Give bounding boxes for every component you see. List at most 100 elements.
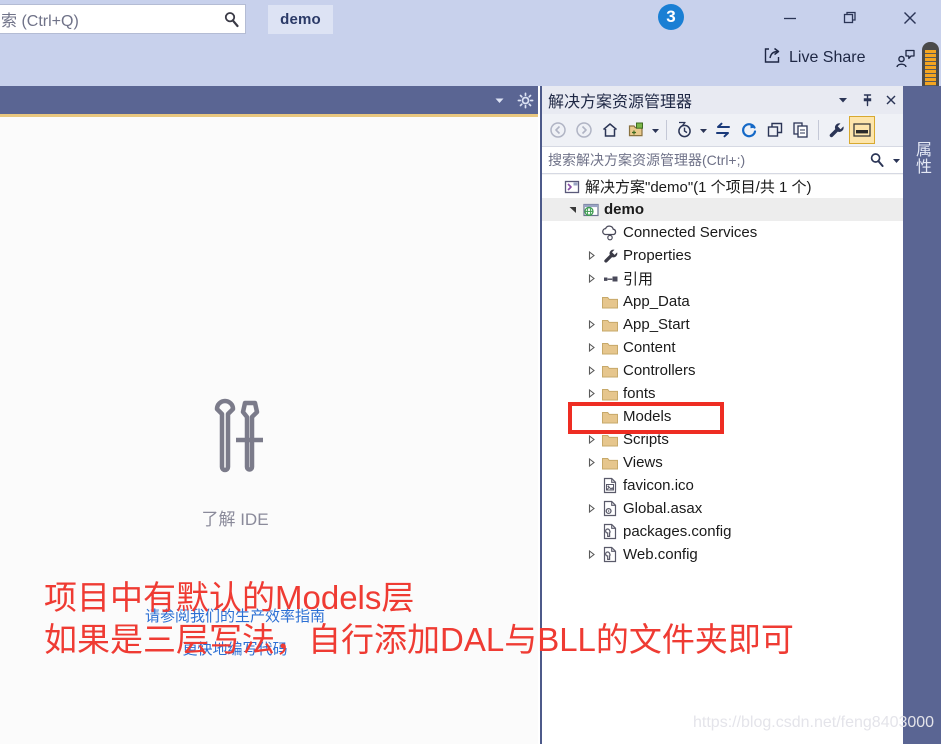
- tree-node-content[interactable]: Content: [542, 336, 903, 359]
- folder-icon: [599, 340, 621, 356]
- properties-tool-tab[interactable]: 属性: [903, 86, 941, 744]
- tree-node-web.config[interactable]: Web.config: [542, 543, 903, 566]
- folder-icon: [599, 455, 621, 471]
- pin-icon[interactable]: [855, 88, 879, 112]
- notification-badge[interactable]: 3: [658, 4, 684, 30]
- quick-launch-search-box[interactable]: 索 (Ctrl+Q): [0, 4, 246, 34]
- tree-node-label: Connected Services: [623, 224, 758, 241]
- close-button[interactable]: [888, 4, 932, 32]
- write-code-faster-link[interactable]: 更快地编写代码: [0, 638, 470, 659]
- solution-tab-demo[interactable]: demo: [268, 5, 333, 34]
- wrench-icon: [599, 248, 621, 264]
- tree-node-connected-services[interactable]: Connected Services: [542, 221, 903, 244]
- solution-explorer-search-box[interactable]: 搜索解决方案资源管理器(Ctrl+;): [542, 146, 903, 174]
- solution-explorer-search-placeholder: 搜索解决方案资源管理器(Ctrl+;): [548, 152, 746, 168]
- tree-node-app_start[interactable]: App_Start: [542, 313, 903, 336]
- live-share-label: Live Share: [789, 49, 866, 66]
- properties-tool-tab-label: 属性: [913, 141, 930, 175]
- productivity-guide-link[interactable]: 请参阅我们的生产效率指南: [0, 605, 470, 626]
- chevron-down-icon[interactable]: [831, 88, 855, 112]
- tree-node-scripts[interactable]: Scripts: [542, 428, 903, 451]
- tree-node-controllers[interactable]: Controllers: [542, 359, 903, 382]
- editor-pane-body: 了解 IDE 请参阅我们的生产效率指南 更快地编写代码: [0, 117, 538, 744]
- sync-with-active-document-button[interactable]: [710, 116, 736, 144]
- new-folder-dropdown[interactable]: [649, 116, 662, 144]
- tree-node-favicon.ico[interactable]: favicon.ico: [542, 474, 903, 497]
- preview-pane-button[interactable]: [849, 116, 875, 144]
- folder-icon: [599, 409, 621, 425]
- search-icon[interactable]: [865, 152, 889, 168]
- expander-collapsed-icon[interactable]: [584, 251, 599, 260]
- tree-node-label: Models: [623, 408, 672, 425]
- forward-button[interactable]: [571, 116, 597, 144]
- live-share-button[interactable]: Live Share: [763, 46, 866, 70]
- expander-collapsed-icon[interactable]: [584, 435, 599, 444]
- folder-icon: [599, 363, 621, 379]
- tree-node-app_data[interactable]: App_Data: [542, 290, 903, 313]
- config-file-icon: [599, 546, 621, 563]
- tree-node-label: fonts: [623, 385, 656, 402]
- solution-icon: [561, 179, 583, 195]
- config-file-icon: [599, 523, 621, 540]
- properties-button[interactable]: [823, 116, 849, 144]
- tree-node-label: Properties: [623, 247, 692, 264]
- notification-count: 3: [666, 7, 676, 26]
- refresh-button[interactable]: [736, 116, 762, 144]
- editor-pane-header: [0, 86, 538, 114]
- expander-collapsed-icon[interactable]: [584, 550, 599, 559]
- solution-explorer-title-bar: 解决方案资源管理器: [542, 86, 903, 114]
- solution-explorer-tree[interactable]: 解决方案"demo"(1 个项目/共 1 个) demo Connected Ser…: [542, 175, 903, 744]
- tree-node-label: 引用: [623, 271, 654, 288]
- share-arrow-icon: [763, 46, 782, 70]
- collapse-all-button[interactable]: [762, 116, 788, 144]
- chevron-down-icon[interactable]: [889, 156, 903, 165]
- tree-node-fonts[interactable]: fonts: [542, 382, 903, 405]
- tree-node-label: 解决方案"demo"(1 个项目/共 1 个): [585, 179, 812, 196]
- chevron-down-icon[interactable]: [486, 88, 512, 112]
- editor-pane: 了解 IDE 请参阅我们的生产效率指南 更快地编写代码: [0, 86, 538, 744]
- restore-button[interactable]: [828, 4, 872, 32]
- tree-node-label: Web.config: [623, 546, 698, 563]
- solution-explorer-title: 解决方案资源管理器: [548, 94, 693, 111]
- tree-node-views[interactable]: Views: [542, 451, 903, 474]
- tree-node-packages.config[interactable]: packages.config: [542, 520, 903, 543]
- solution-tab-label: demo: [280, 11, 321, 28]
- back-button[interactable]: [545, 116, 571, 144]
- folder-icon: [599, 294, 621, 310]
- expander-collapsed-icon[interactable]: [584, 458, 599, 467]
- expander-collapsed-icon[interactable]: [584, 320, 599, 329]
- toolbar-separator: [666, 120, 667, 140]
- tree-node-models[interactable]: Models: [542, 405, 903, 428]
- show-all-files-button[interactable]: [788, 116, 814, 144]
- expander-collapsed-icon[interactable]: [584, 504, 599, 513]
- solution-explorer-pane: 解决方案资源管理器 搜索解决方案资源管理器(Ctrl+;) 解决方案"demo"…: [540, 86, 905, 744]
- references-icon: [599, 271, 621, 287]
- pending-changes-filter-button[interactable]: [671, 116, 697, 144]
- home-button[interactable]: [597, 116, 623, 144]
- expander-expanded-icon[interactable]: [565, 205, 580, 214]
- close-icon[interactable]: [879, 88, 903, 112]
- connected-services-icon: [599, 224, 621, 241]
- new-folder-button[interactable]: [623, 116, 649, 144]
- gear-icon[interactable]: [512, 88, 538, 112]
- expander-collapsed-icon[interactable]: [584, 389, 599, 398]
- expander-collapsed-icon[interactable]: [584, 274, 599, 283]
- tree-node-[interactable]: 引用: [542, 267, 903, 290]
- asax-file-icon: [599, 500, 621, 517]
- search-icon[interactable]: [217, 11, 245, 28]
- tree-node-label: Scripts: [623, 431, 669, 448]
- minimize-button[interactable]: [768, 4, 812, 32]
- tree-node-demo[interactable]: demo: [542, 198, 903, 221]
- tree-node-properties[interactable]: Properties: [542, 244, 903, 267]
- tree-node-label: App_Data: [623, 293, 690, 310]
- web-project-icon: [580, 202, 602, 218]
- window-title-bar: 索 (Ctrl+Q) demo 3 Live Share: [0, 0, 941, 110]
- toolbar-separator: [818, 120, 819, 140]
- pending-changes-dropdown[interactable]: [697, 116, 710, 144]
- expander-collapsed-icon[interactable]: [584, 366, 599, 375]
- tree-node-global.asax[interactable]: Global.asax: [542, 497, 903, 520]
- expander-collapsed-icon[interactable]: [584, 343, 599, 352]
- tree-node-demo-1-1[interactable]: 解决方案"demo"(1 个项目/共 1 个): [542, 175, 903, 198]
- send-feedback-icon[interactable]: [892, 46, 918, 72]
- folder-icon: [599, 317, 621, 333]
